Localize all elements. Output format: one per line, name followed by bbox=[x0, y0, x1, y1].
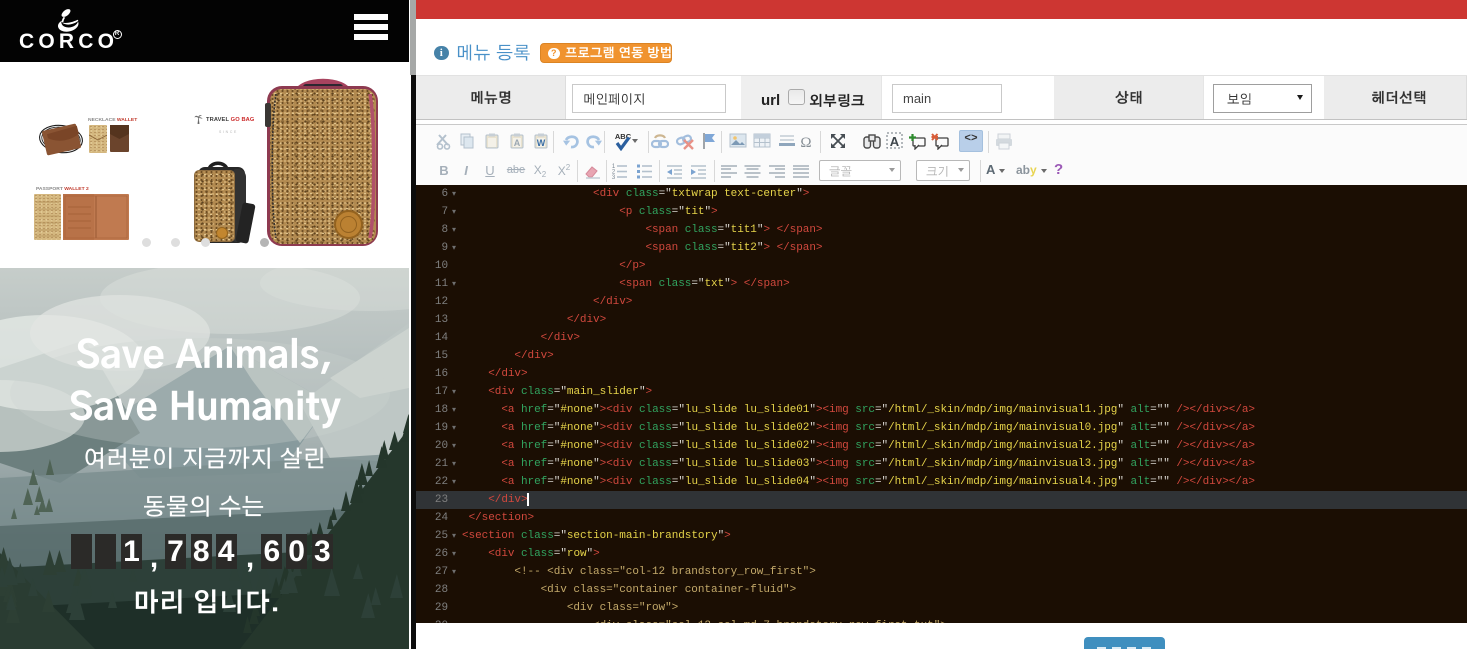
svg-text:W: W bbox=[537, 138, 546, 148]
svg-text:Ω: Ω bbox=[800, 135, 811, 150]
svg-text:A: A bbox=[890, 134, 900, 149]
svg-text:A: A bbox=[514, 138, 521, 148]
svg-text:3: 3 bbox=[611, 175, 615, 180]
